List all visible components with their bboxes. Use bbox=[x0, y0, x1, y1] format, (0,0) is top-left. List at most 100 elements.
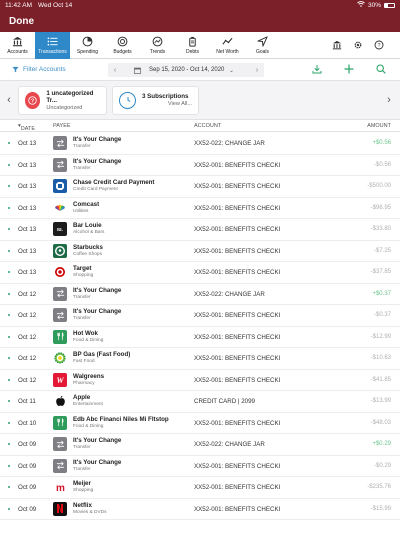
table-row[interactable]: Oct 12 Hot Wok Food & Dining XX52-001: BENE… bbox=[0, 327, 400, 348]
table-row[interactable]: Oct 09 It's Your Change Transfer XX52-001: … bbox=[0, 456, 400, 477]
transaction-amount: -$10.63 bbox=[370, 355, 391, 361]
payee-name: It's Your Change bbox=[73, 157, 122, 165]
trends-icon bbox=[152, 36, 163, 47]
account-name: XX52-001: BENEFITS CHECKI bbox=[194, 333, 281, 341]
table-row[interactable]: Oct 12 W Walgreens Pharmacy XX52-001: BENEFI… bbox=[0, 370, 400, 391]
nbc-peacock-logo bbox=[53, 200, 67, 215]
payee-category: Food & Dining bbox=[73, 423, 104, 429]
tab-bar: Accounts Transactions Spending Budgets T… bbox=[0, 32, 400, 59]
table-row[interactable]: Oct 10 Edb Abc Financi Niles Mi Fltstop Fo… bbox=[0, 413, 400, 434]
account-name: XX52-001: BENEFITS CHECKI bbox=[194, 204, 281, 212]
line-graph-icon bbox=[222, 37, 233, 45]
payee-name: Netflix bbox=[73, 501, 92, 509]
transfer-icon bbox=[53, 437, 67, 451]
filter-accounts-label: Filter Accounts bbox=[23, 66, 66, 73]
done-button[interactable]: Done bbox=[9, 16, 34, 27]
uncategorized-card[interactable]: ? 1 uncategorized Tr... Uncategorized bbox=[18, 85, 107, 115]
chevron-right-icon[interactable]: › bbox=[250, 67, 264, 74]
table-row[interactable]: Oct 13 BL Bar Louie Alcohol & Bars XX52-001:… bbox=[0, 219, 400, 241]
table-row[interactable]: Oct 13 Comcast Utilities XX52-001: BENEFITS… bbox=[0, 198, 400, 219]
account-name: XX52-001: BENEFITS CHECKI bbox=[194, 247, 281, 255]
account-column-header[interactable]: ACCOUNT bbox=[194, 123, 221, 129]
table-row[interactable]: Oct 13 Target Shopping XX52-001: BENEFITS C… bbox=[0, 262, 400, 284]
table-row[interactable]: Oct 13 Chase Credit Card Payment Credit Ca… bbox=[0, 176, 400, 198]
header-bar: Done bbox=[0, 10, 400, 32]
tab-trends[interactable]: Trends bbox=[140, 32, 175, 59]
transaction-amount: -$41.85 bbox=[370, 376, 391, 383]
tab-debts[interactable]: Debts bbox=[175, 32, 210, 59]
tab-net-worth[interactable]: Net Worth bbox=[210, 32, 245, 59]
search-icon[interactable] bbox=[376, 64, 386, 74]
download-icon[interactable] bbox=[312, 64, 322, 74]
transaction-amount: +$0.37 bbox=[372, 290, 391, 297]
transaction-date: Oct 11 bbox=[18, 398, 36, 405]
help-icon[interactable]: ? bbox=[374, 40, 384, 50]
table-row[interactable]: Oct 13 It's Your Change Transfer XX52-001: … bbox=[0, 155, 400, 176]
filter-accounts-button[interactable]: Filter Accounts bbox=[0, 66, 105, 73]
add-icon[interactable] bbox=[344, 64, 354, 74]
table-row[interactable]: Oct 12 BP Gas (Fast Food) Fast Food XX52-00… bbox=[0, 348, 400, 370]
status-dot bbox=[8, 464, 10, 467]
apple-logo bbox=[53, 394, 67, 408]
transaction-date: Oct 13 bbox=[18, 140, 37, 147]
tab-label: Trends bbox=[149, 49, 166, 55]
status-dot bbox=[8, 292, 10, 295]
transaction-date: Oct 13 bbox=[18, 247, 37, 255]
table-row[interactable]: Oct 13 Starbucks Coffee Shops XX52-001: BEN… bbox=[0, 241, 400, 262]
amount-column-header[interactable]: AMOUNT bbox=[367, 123, 391, 129]
payee-name: Apple bbox=[73, 394, 91, 401]
chevron-down-icon[interactable]: ⌄ bbox=[229, 67, 234, 74]
tab-transactions[interactable]: Transactions bbox=[35, 32, 70, 59]
chase-logo bbox=[53, 179, 67, 193]
tab-goals[interactable]: Goals bbox=[245, 32, 280, 59]
chevron-right-icon[interactable]: › bbox=[380, 94, 398, 106]
status-dot bbox=[8, 185, 10, 187]
card-subtitle[interactable]: View All... bbox=[142, 101, 192, 107]
bank-icon[interactable] bbox=[332, 40, 342, 50]
account-name: XX52-001: BENEFITS CHECKI bbox=[194, 355, 281, 362]
table-row[interactable]: Oct 09 m Meijer Shopping XX52-001: BENEFITS … bbox=[0, 477, 400, 499]
transaction-date: Oct 09 bbox=[18, 441, 37, 448]
date-range-picker[interactable]: ‹ Sep 15, 2020 - Oct 14, 2020 ⌄ › bbox=[108, 63, 264, 77]
account-name: XX52-001: BENEFITS CHECKI bbox=[194, 183, 281, 190]
status-dot bbox=[8, 421, 10, 424]
tab-spending[interactable]: Spending bbox=[70, 32, 105, 59]
date-column-header[interactable]: ▾ DATE bbox=[18, 123, 35, 132]
tab-accounts[interactable]: Accounts bbox=[0, 32, 35, 59]
account-name: XX52-001: BENEFITS CHECKI bbox=[194, 312, 281, 319]
subscriptions-card[interactable]: 3 Subscriptions View All... bbox=[112, 85, 199, 115]
table-row[interactable]: Oct 12 It's Your Change Transfer XX52-001: … bbox=[0, 305, 400, 327]
status-dot bbox=[8, 271, 10, 273]
payee-name: It's Your Change bbox=[73, 286, 122, 294]
svg-text:?: ? bbox=[31, 98, 34, 104]
transaction-amount: -$48.03 bbox=[370, 419, 391, 426]
table-row[interactable]: Oct 12 It's Your Change Transfer XX52-022: … bbox=[0, 284, 400, 305]
chevron-left-icon[interactable]: ‹ bbox=[0, 94, 18, 106]
tab-label: Debts bbox=[185, 49, 200, 55]
bar-louie-logo: BL bbox=[53, 222, 67, 236]
account-name: XX52-001: BENEFITS CHECKI bbox=[194, 226, 281, 233]
payee-column-header[interactable]: PAYEE bbox=[53, 123, 71, 129]
calendar-icon bbox=[134, 67, 141, 74]
payee-name: It's Your Change bbox=[73, 437, 122, 444]
table-row[interactable]: Oct 11 Apple Entertainment CREDIT CARD | 20… bbox=[0, 391, 400, 413]
transaction-date: Oct 09 bbox=[18, 462, 37, 470]
tab-label: Spending bbox=[76, 49, 99, 55]
payee-category: Coffee Shops bbox=[73, 251, 102, 257]
table-row[interactable]: Oct 09 Netflix Movies & DVDs XX52-001: BENE… bbox=[0, 499, 400, 520]
account-name: XX52-001: BENEFITS CHECKI bbox=[194, 376, 281, 384]
table-header: ▾ DATE PAYEE ACCOUNT AMOUNT bbox=[0, 120, 400, 132]
payee-name: It's Your Change bbox=[73, 136, 122, 143]
transaction-date: Oct 13 bbox=[18, 204, 37, 212]
chevron-left-icon[interactable]: ‹ bbox=[108, 67, 122, 74]
table-row[interactable]: Oct 09 It's Your Change Transfer XX52-022: … bbox=[0, 434, 400, 456]
tab-budgets[interactable]: Budgets bbox=[105, 32, 140, 59]
account-name: CREDIT CARD | 2099 bbox=[194, 398, 255, 405]
bp-logo bbox=[53, 351, 67, 365]
account-name: XX52-001: BENEFITS CHECKI bbox=[194, 419, 281, 427]
status-dot bbox=[8, 400, 10, 402]
filter-icon bbox=[12, 66, 19, 73]
table-row[interactable]: Oct 13 It's Your Change Transfer XX52-022: … bbox=[0, 133, 400, 155]
gear-icon[interactable] bbox=[353, 40, 363, 50]
insight-cards: ‹ ? 1 uncategorized Tr... Uncategorized … bbox=[0, 81, 400, 120]
